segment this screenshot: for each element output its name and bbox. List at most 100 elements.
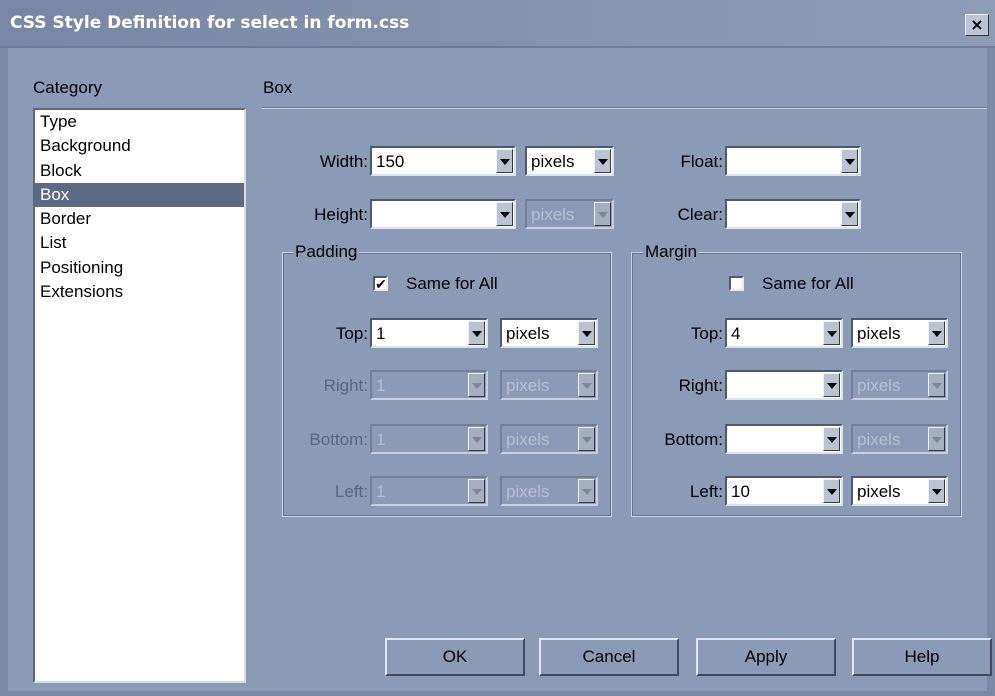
width-unit-value: pixels bbox=[531, 152, 575, 171]
padding-top-combo[interactable]: 1 bbox=[370, 318, 488, 348]
padding-top-label: Top: bbox=[335, 324, 368, 343]
clear-label: Clear: bbox=[677, 205, 723, 224]
chevron-down-icon[interactable] bbox=[841, 149, 858, 173]
margin-left-label: Left: bbox=[689, 482, 723, 501]
chevron-down-icon[interactable] bbox=[496, 149, 513, 173]
margin-same-checkbox[interactable] bbox=[729, 276, 744, 291]
padding-right-value: 1 bbox=[376, 376, 386, 395]
height-unit-value: pixels bbox=[531, 205, 575, 224]
margin-left-unit[interactable]: pixels bbox=[851, 476, 948, 506]
window-title: CSS Style Definition for select in form.… bbox=[10, 13, 410, 33]
category-list[interactable]: Type Background Block Box Border List Po… bbox=[33, 108, 246, 683]
margin-top-unit-value: pixels bbox=[857, 324, 901, 343]
category-item-list[interactable]: List bbox=[35, 231, 244, 255]
category-item-box[interactable]: Box bbox=[35, 182, 244, 208]
margin-left-value: 10 bbox=[731, 482, 750, 501]
close-button[interactable]: × bbox=[965, 14, 989, 36]
window-frame-bottom bbox=[0, 691, 995, 696]
margin-right-label: Right: bbox=[678, 376, 723, 395]
padding-right-label: Right: bbox=[323, 376, 368, 395]
margin-bottom-label: Bottom: bbox=[664, 430, 723, 449]
padding-left-unit-value: pixels bbox=[506, 482, 550, 501]
chevron-down-icon[interactable] bbox=[823, 479, 840, 503]
height-label: Height: bbox=[314, 205, 368, 224]
chevron-down-icon bbox=[468, 427, 485, 451]
chevron-down-icon[interactable] bbox=[468, 321, 485, 345]
margin-left-combo[interactable]: 10 bbox=[725, 476, 843, 506]
chevron-down-icon[interactable] bbox=[578, 321, 595, 345]
padding-bottom-value: 1 bbox=[376, 430, 386, 449]
chevron-down-icon bbox=[468, 373, 485, 397]
width-value: 150 bbox=[376, 152, 405, 171]
margin-bottom-unit: pixels bbox=[851, 424, 948, 454]
margin-same-label: Same for All bbox=[762, 274, 854, 293]
padding-bottom-unit: pixels bbox=[500, 424, 598, 454]
margin-right-unit: pixels bbox=[851, 370, 948, 400]
close-icon: × bbox=[970, 15, 984, 34]
chevron-down-icon bbox=[928, 427, 945, 451]
category-item-border[interactable]: Border bbox=[35, 207, 244, 231]
padding-top-value: 1 bbox=[376, 324, 386, 343]
section-title: Box bbox=[263, 78, 293, 97]
margin-top-value: 4 bbox=[731, 324, 741, 343]
padding-bottom-label: Bottom: bbox=[309, 430, 368, 449]
margin-right-unit-value: pixels bbox=[857, 376, 901, 395]
chevron-down-icon bbox=[928, 373, 945, 397]
category-item-positioning[interactable]: Positioning bbox=[35, 256, 244, 280]
height-combo[interactable] bbox=[370, 199, 516, 229]
padding-top-unit-value: pixels bbox=[506, 324, 550, 343]
padding-same-checkbox[interactable]: ✔ bbox=[373, 276, 388, 291]
chevron-down-icon[interactable] bbox=[928, 479, 945, 503]
padding-bottom-unit-value: pixels bbox=[506, 430, 550, 449]
chevron-down-icon bbox=[468, 479, 485, 503]
chevron-down-icon[interactable] bbox=[823, 321, 840, 345]
chevron-down-icon[interactable] bbox=[823, 427, 840, 451]
padding-left-value: 1 bbox=[376, 482, 386, 501]
help-button[interactable]: Help bbox=[852, 638, 992, 676]
padding-top-unit[interactable]: pixels bbox=[500, 318, 598, 348]
float-label: Float: bbox=[680, 152, 723, 171]
margin-left-unit-value: pixels bbox=[857, 482, 901, 501]
margin-group-label: Margin bbox=[643, 242, 699, 262]
width-combo[interactable]: 150 bbox=[370, 146, 516, 176]
margin-right-combo[interactable] bbox=[725, 370, 843, 400]
chevron-down-icon[interactable] bbox=[496, 202, 513, 226]
category-item-extensions[interactable]: Extensions bbox=[35, 280, 244, 304]
category-item-background[interactable]: Background bbox=[35, 134, 244, 158]
padding-left-label: Left: bbox=[334, 482, 368, 501]
padding-left-combo: 1 bbox=[370, 476, 488, 506]
chevron-down-icon[interactable] bbox=[823, 373, 840, 397]
category-item-block[interactable]: Block bbox=[35, 159, 244, 183]
check-icon: ✔ bbox=[375, 276, 387, 292]
margin-top-unit[interactable]: pixels bbox=[851, 318, 948, 348]
window-frame-right bbox=[987, 48, 995, 696]
ok-button[interactable]: OK bbox=[385, 638, 525, 676]
chevron-down-icon[interactable] bbox=[841, 202, 858, 226]
width-unit-select[interactable]: pixels bbox=[525, 146, 614, 176]
window-frame-left bbox=[0, 48, 8, 696]
chevron-down-icon bbox=[578, 479, 595, 503]
margin-bottom-unit-value: pixels bbox=[857, 430, 901, 449]
title-bar: CSS Style Definition for select in form.… bbox=[0, 0, 995, 48]
chevron-down-icon bbox=[578, 427, 595, 451]
float-select[interactable] bbox=[725, 146, 861, 176]
category-label: Category bbox=[33, 78, 102, 97]
chevron-down-icon[interactable] bbox=[928, 321, 945, 345]
apply-button[interactable]: Apply bbox=[696, 638, 836, 676]
padding-group-label: Padding bbox=[293, 242, 360, 262]
category-item-type[interactable]: Type bbox=[35, 110, 244, 134]
margin-bottom-combo[interactable] bbox=[725, 424, 843, 454]
margin-top-label: Top: bbox=[690, 324, 723, 343]
padding-left-unit: pixels bbox=[500, 476, 598, 506]
chevron-down-icon[interactable] bbox=[594, 149, 611, 173]
section-divider bbox=[262, 107, 987, 109]
chevron-down-icon bbox=[594, 202, 611, 226]
height-unit-select: pixels bbox=[525, 199, 614, 229]
padding-same-label: Same for All bbox=[406, 274, 498, 293]
cancel-button[interactable]: Cancel bbox=[539, 638, 679, 676]
padding-right-unit-value: pixels bbox=[506, 376, 550, 395]
margin-top-combo[interactable]: 4 bbox=[725, 318, 843, 348]
clear-select[interactable] bbox=[725, 199, 861, 229]
padding-bottom-combo: 1 bbox=[370, 424, 488, 454]
padding-right-unit: pixels bbox=[500, 370, 598, 400]
